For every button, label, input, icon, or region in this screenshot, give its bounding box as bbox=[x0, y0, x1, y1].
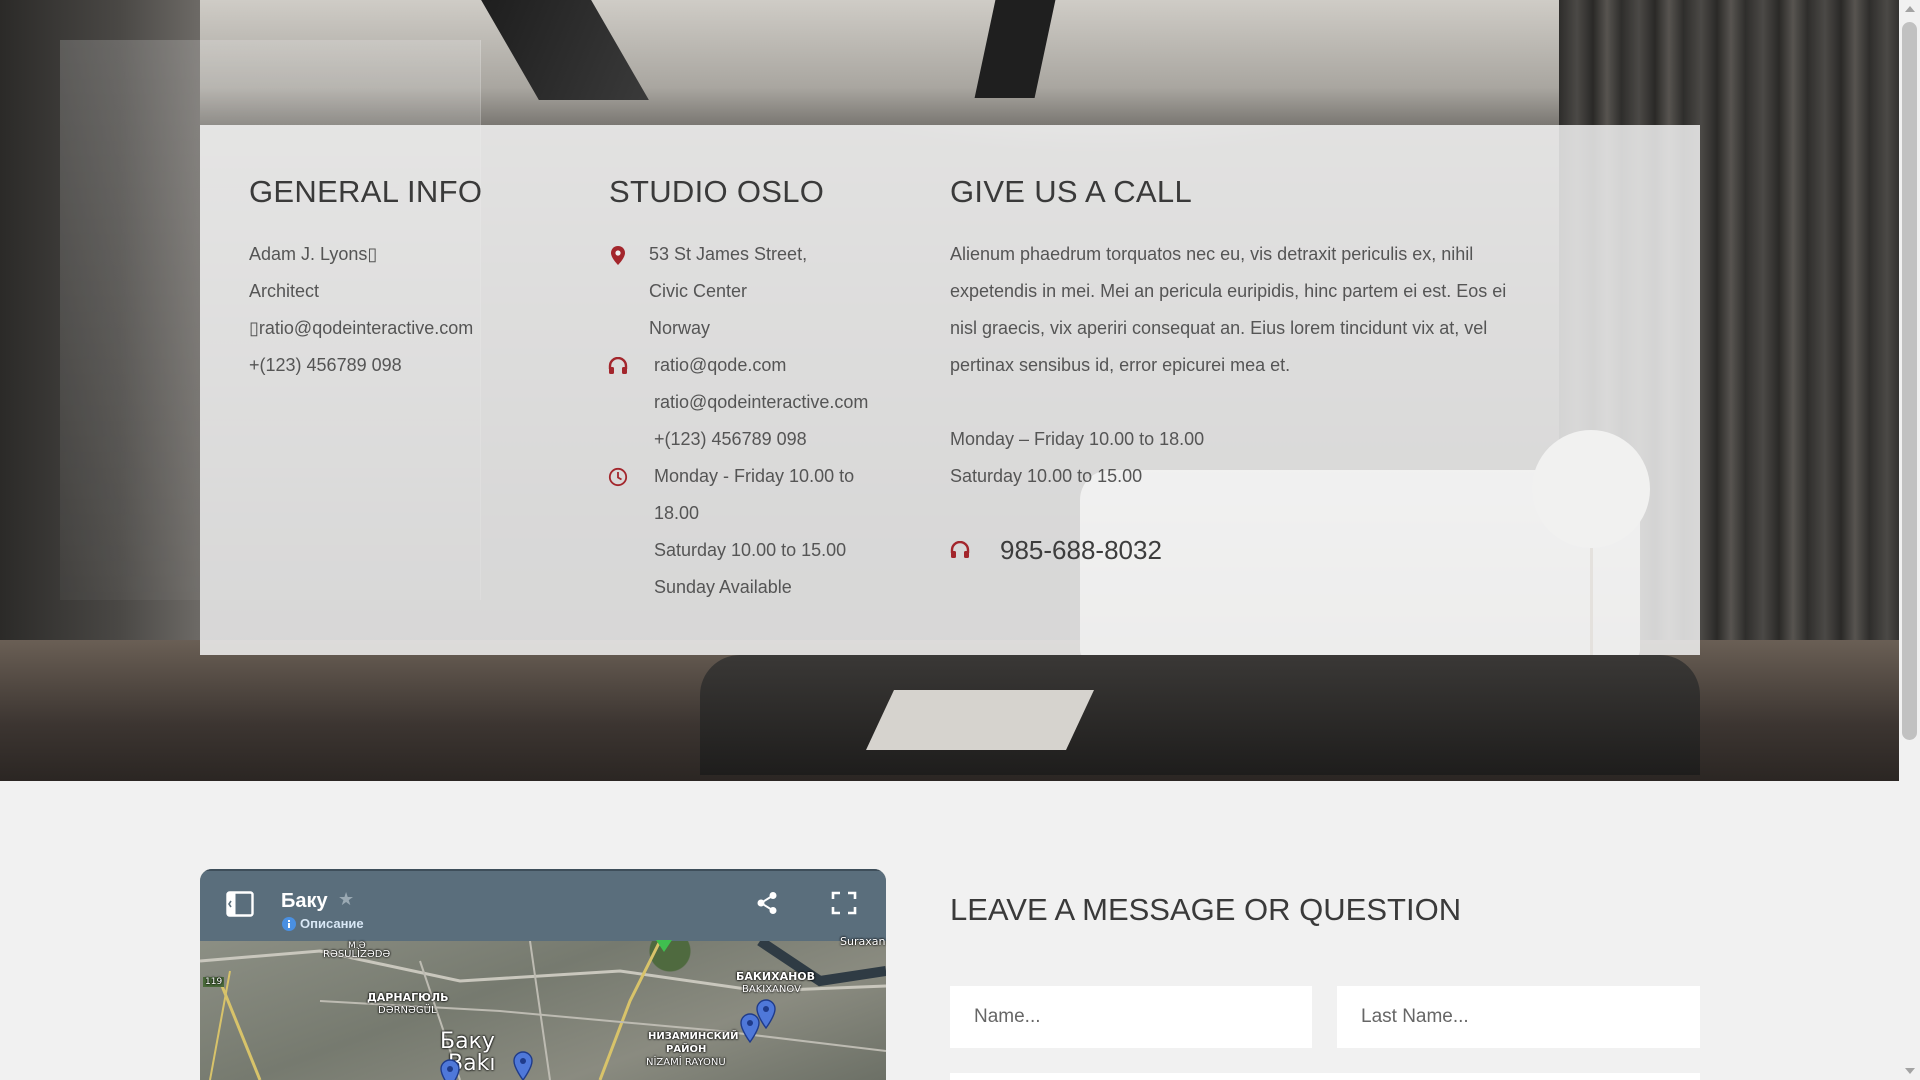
contact-email[interactable]: ▯ratio@qodeinteractive.com bbox=[249, 318, 473, 339]
clock-icon bbox=[608, 467, 628, 487]
fullscreen-icon[interactable] bbox=[831, 891, 857, 920]
headphones-icon bbox=[608, 356, 628, 377]
form-title: LEAVE A MESSAGE OR QUESTION bbox=[950, 892, 1462, 927]
first-name-input[interactable] bbox=[950, 986, 1312, 1048]
scroll-down-arrow-icon[interactable] bbox=[1905, 1068, 1915, 1074]
coffee-table bbox=[700, 655, 1700, 775]
message-field[interactable] bbox=[950, 1073, 1700, 1080]
last-name-input[interactable] bbox=[1337, 986, 1700, 1048]
map-pin-icon bbox=[609, 245, 629, 265]
studio-email[interactable]: ratio@qodeinteractive.com bbox=[654, 392, 868, 413]
info-icon bbox=[282, 917, 296, 936]
call-text-line: nisl graecis, vix aperiri consequat an. … bbox=[950, 318, 1488, 338]
share-icon[interactable] bbox=[756, 891, 778, 920]
studio-address-line: Civic Center bbox=[649, 281, 748, 301]
road-number: 119 bbox=[203, 977, 225, 987]
call-text-line: Alienum phaedrum torquatos nec eu, vis d… bbox=[950, 244, 1474, 264]
scroll-up-arrow-icon[interactable] bbox=[1905, 6, 1915, 12]
studio-hours-line: Sunday Available bbox=[654, 577, 792, 597]
map-description-link[interactable]: Описание bbox=[300, 916, 364, 931]
studio-hours-line: 18.00 bbox=[654, 503, 700, 523]
studio-address-line: Norway bbox=[649, 318, 711, 338]
studio-title: STUDIO OSLO bbox=[609, 174, 825, 209]
map-roads bbox=[200, 941, 886, 1080]
call-hours-line: Saturday 10.00 to 15.00 bbox=[950, 466, 1143, 486]
studio-hours-line: Monday - Friday 10.00 to bbox=[654, 466, 855, 486]
map-title: Баку bbox=[281, 890, 328, 912]
map-header: Баку ★ Описание bbox=[200, 869, 886, 943]
map-place-label: ДАРНАГЮЛЬ bbox=[367, 991, 449, 1004]
map-place-label: РАЙОН bbox=[666, 1044, 707, 1055]
call-text-line: pertinax sensibus id, error epicurei mea… bbox=[950, 355, 1291, 375]
map-place-label: БАКИХАНОВ bbox=[736, 970, 816, 983]
map-place-label: НИЗАМИНСКИЙ bbox=[648, 1031, 739, 1042]
studio-email[interactable]: ratio@qode.com bbox=[654, 355, 786, 376]
map-place-label: NİZAMİ RAYONU bbox=[646, 1057, 726, 1068]
studio-address-line: 53 St James Street, bbox=[649, 244, 808, 264]
call-hours-line: Monday – Friday 10.00 to 18.00 bbox=[950, 429, 1205, 449]
studio-phone[interactable]: +(123) 456789 098 bbox=[654, 429, 807, 450]
map-place-label: RƏSULİZƏDƏ bbox=[323, 949, 391, 960]
contact-name: Adam J. Lyons▯ bbox=[249, 244, 378, 264]
call-text-line: expetendis in mei. Mei an pericula eurip… bbox=[950, 281, 1507, 301]
map-place-label: DƏRNƏGÜL bbox=[378, 1005, 437, 1016]
call-phone-number[interactable]: 985-688-8032 bbox=[1000, 535, 1162, 566]
headphones-icon bbox=[950, 540, 970, 561]
hero-background: GENERAL INFO Adam J. Lyons▯ Architect ▯r… bbox=[0, 0, 1899, 781]
embedded-map[interactable]: Баку ★ Описание 119 M.Ə RƏSULİZƏDƏ ДАРНА… bbox=[200, 869, 886, 1080]
contact-phone[interactable]: +(123) 456789 098 bbox=[249, 355, 402, 376]
contact-role: Architect bbox=[249, 281, 320, 301]
call-title: GIVE US A CALL bbox=[950, 174, 1192, 209]
book bbox=[866, 690, 1094, 750]
general-info-title: GENERAL INFO bbox=[249, 174, 483, 209]
map-place-label: BAKIXANOV bbox=[742, 984, 801, 995]
sidebar-toggle-icon[interactable] bbox=[226, 891, 254, 922]
page-scrollbar[interactable] bbox=[1899, 0, 1920, 1080]
scrollbar-thumb[interactable] bbox=[1902, 22, 1917, 740]
map-place-label: Suraxan bbox=[840, 935, 886, 948]
star-icon[interactable]: ★ bbox=[338, 889, 354, 910]
contact-info-panel: GENERAL INFO Adam J. Lyons▯ Architect ▯r… bbox=[200, 125, 1700, 655]
studio-hours-line: Saturday 10.00 to 15.00 bbox=[654, 540, 847, 560]
map-satellite-view[interactable]: 119 M.Ə RƏSULİZƏDƏ ДАРНАГЮЛЬ DƏRNƏGÜL БА… bbox=[200, 935, 886, 1080]
